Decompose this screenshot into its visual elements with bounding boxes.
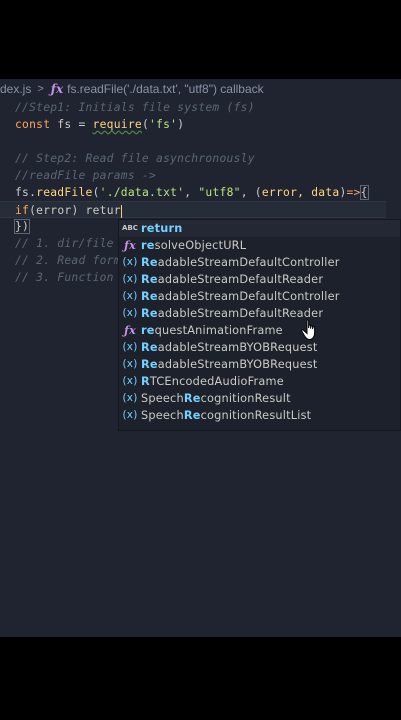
suggestion-item[interactable]: (x) ReadableStreamDefaultController — [119, 288, 400, 305]
token-string: 'fs' — [149, 118, 178, 131]
token-paren: ) — [71, 204, 79, 217]
suggestion-text: questAnimationFrame — [154, 324, 283, 337]
suggestion-item[interactable]: (x) RTCEncodedAudioFrame — [119, 373, 400, 390]
suggestion-item[interactable]: (x) ReadableStreamBYOBRequest — [119, 356, 400, 373]
suggestion-item[interactable]: (x) SpeechRecognitionResult — [119, 390, 400, 407]
suggestion-text: cognitionResult — [200, 392, 291, 405]
code-editor[interactable]: dex.js > ƒx fs.readFile('./data.txt', "u… — [0, 79, 401, 637]
variable-icon: (x) — [122, 290, 138, 302]
token-keyword: if — [15, 204, 30, 217]
function-icon: ƒx — [124, 324, 136, 337]
suggestion-text: adableStreamBYOBRequest — [157, 358, 318, 371]
token-string: './data.txt' — [99, 186, 185, 199]
suggestion-text: adableStreamDefaultReader — [157, 307, 324, 320]
token-comma: , — [240, 186, 255, 199]
suggestion-match-text: re — [141, 324, 155, 337]
autocomplete-suggestions[interactable]: ABC return ƒx resolveObjectURL (x) ReadableSt… — [118, 219, 401, 431]
suggestion-match-text: Re — [141, 341, 158, 354]
suggestion-match-text: Re — [141, 273, 158, 286]
variable-icon: (x) — [122, 375, 138, 387]
suggestion-match-text: Re — [141, 256, 158, 269]
suggestion-text: adableStreamDefaultController — [157, 256, 340, 269]
code-line-10: // 2. Read form — [15, 254, 121, 267]
suggestion-item[interactable]: (x) ReadableStreamBYOBRequest — [119, 339, 400, 356]
variable-icon: (x) — [122, 409, 138, 421]
variable-icon: (x) — [122, 341, 138, 353]
variable-icon: (x) — [122, 358, 138, 370]
suggestion-match-text: Re — [141, 358, 158, 371]
code-line-5: //readFile params -> — [15, 169, 157, 182]
text-caret — [120, 204, 122, 218]
code-line-8: }) — [13, 218, 31, 235]
suggestion-match-text: Re — [141, 290, 158, 303]
code-line-7-current[interactable]: if(error) retur — [0, 201, 386, 218]
code-line-11: // 3. Function — [15, 271, 114, 284]
suggestion-text: adableStreamBYOBRequest — [157, 341, 318, 354]
token-paren: ) — [177, 118, 185, 131]
token-function: readFile — [36, 186, 93, 199]
token-text: fs = — [50, 118, 93, 131]
token-params: error, data — [261, 186, 340, 199]
token-function: require — [92, 118, 142, 131]
keyword-icon: ABC — [122, 224, 138, 232]
function-symbol-icon: ƒx — [50, 82, 64, 96]
variable-icon: (x) — [122, 307, 138, 319]
chevron-right-icon: > — [37, 83, 44, 95]
suggestion-item[interactable]: ƒx requestAnimationFrame — [119, 322, 400, 339]
token-paren: ) — [339, 186, 347, 199]
function-icon: ƒx — [124, 239, 136, 252]
code-line-4: // Step2: Read file asynchronously — [15, 152, 255, 165]
token-param: error — [36, 204, 72, 217]
suggestion-text: cognitionResultList — [200, 409, 312, 422]
suggestion-match-text: Re — [141, 307, 158, 320]
variable-icon: (x) — [122, 273, 138, 285]
token-paren: ( — [254, 186, 262, 199]
token-typed: retur — [78, 204, 121, 217]
variable-icon: (x) — [122, 256, 138, 268]
suggestion-item[interactable]: (x) ReadableStreamDefaultController — [119, 254, 400, 271]
suggestion-text: TCEncodedAudioFrame — [149, 375, 284, 388]
breadcrumb-file[interactable]: dex.js — [0, 82, 31, 96]
suggestion-match-text: Re — [183, 392, 201, 405]
suggestion-text: Speech — [141, 409, 184, 422]
video-frame: dex.js > ƒx fs.readFile('./data.txt', "u… — [0, 0, 401, 720]
code-line-9: // 1. dir/file — [15, 237, 114, 250]
suggestion-match-text: Re — [183, 409, 201, 422]
token-arrow: => — [346, 186, 361, 199]
code-line-1: //Step1: Initials file system (fs) — [15, 101, 255, 114]
suggestion-match-text: R — [141, 375, 150, 388]
token-brace: { — [359, 185, 369, 200]
hand-cursor-icon — [301, 319, 316, 341]
suggestion-text: Speech — [141, 392, 184, 405]
token-string: "utf8" — [198, 186, 241, 199]
suggestion-item[interactable]: ƒx resolveObjectURL — [119, 237, 400, 254]
breadcrumb-symbol[interactable]: fs.readFile('./data.txt', "utf8") callba… — [67, 82, 264, 96]
code-line-2: const fs = require('fs') — [15, 116, 184, 133]
token-paren: ( — [141, 118, 149, 131]
suggestion-text: adableStreamDefaultController — [157, 290, 340, 303]
token-object: fs. — [15, 186, 37, 199]
token-closing-brace: }) — [13, 219, 31, 234]
suggestion-item[interactable]: ABC return — [119, 220, 400, 237]
suggestion-match-text: return — [141, 222, 183, 235]
suggestion-item[interactable]: (x) ReadableStreamDefaultReader — [119, 305, 400, 322]
suggestion-item[interactable]: (x) SpeechRecognitionResultList — [119, 407, 400, 424]
variable-icon: (x) — [122, 392, 138, 404]
code-line-6: fs.readFile('./data.txt', "utf8", (error… — [15, 184, 369, 201]
token-keyword: const — [15, 118, 51, 131]
token-comma: , — [184, 186, 199, 199]
suggestion-match-text: re — [141, 239, 155, 252]
token-paren: ( — [92, 186, 100, 199]
suggestion-text: adableStreamDefaultReader — [157, 273, 324, 286]
breadcrumb: dex.js > ƒx fs.readFile('./data.txt', "u… — [0, 79, 401, 99]
suggestion-text: solveObjectURL — [154, 239, 247, 252]
suggestion-item[interactable]: (x) ReadableStreamDefaultReader — [119, 271, 400, 288]
